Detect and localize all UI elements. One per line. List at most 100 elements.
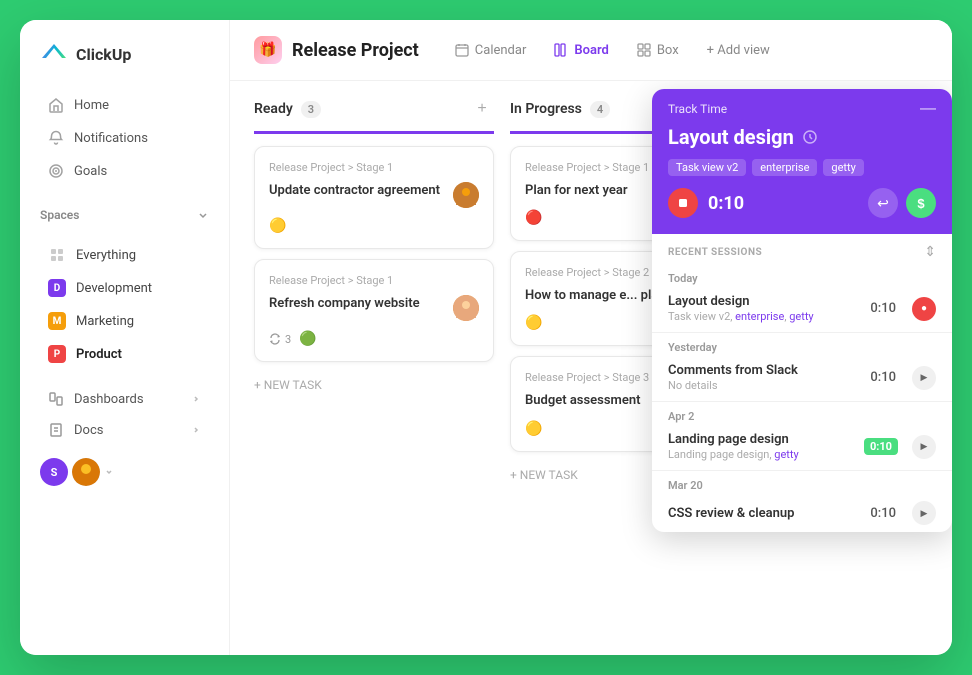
task-t1-footer: 🟡 [269, 218, 479, 234]
session-item-1[interactable]: Comments from Slack No details 0:10 ▶ [652, 356, 952, 399]
task-t1-header: Update contractor agreement [269, 182, 479, 208]
marketing-badge: M [48, 312, 66, 330]
product-badge: P [48, 345, 66, 363]
session-1-name: Comments from Slack [668, 363, 862, 378]
repeat-icon [269, 333, 281, 345]
board-icon [554, 43, 568, 57]
tab-box[interactable]: Box [625, 37, 691, 64]
session-3-play-button[interactable]: ▶ [912, 501, 936, 525]
session-2-tag-getty: getty [774, 448, 798, 461]
sidebar-item-marketing[interactable]: M Marketing [28, 305, 221, 337]
column-ready-add-button[interactable]: + [470, 97, 494, 121]
sidebar-item-dashboards[interactable]: Dashboards [28, 384, 221, 414]
session-3-time: 0:10 [870, 506, 896, 521]
task-t2-footer: 3 🟢 [269, 331, 479, 347]
task-t4-flag: 🟡 [525, 315, 542, 331]
clock-icon [802, 129, 818, 145]
new-task-ready-label: + NEW TASK [254, 378, 322, 392]
sidebar-item-notifications[interactable]: Notifications [28, 122, 221, 154]
spaces-section: Spaces [20, 192, 229, 234]
sidebar-item-product[interactable]: P Product [28, 338, 221, 370]
session-1-play-button[interactable]: ▶ [912, 366, 936, 390]
session-item-3[interactable]: CSS review & cleanup 0:10 ▶ [652, 494, 952, 532]
add-view-button[interactable]: + Add view [695, 37, 782, 64]
project-title-area: 🎁 Release Project [254, 36, 419, 64]
session-0-tag-enterprise: enterprise [735, 310, 784, 323]
product-label: Product [76, 347, 122, 362]
tab-board[interactable]: Board [542, 37, 620, 64]
task-t5-flag: 🟡 [525, 421, 542, 437]
panel-close-button[interactable]: — [920, 101, 936, 117]
session-0-info: Layout design Task view v2, enterprise, … [668, 294, 862, 323]
logo-area[interactable]: ClickUp [20, 20, 229, 84]
user-avatar-s: S [40, 458, 68, 486]
column-ready: Ready 3 + Release Project > Stage 1 Upda… [254, 97, 494, 398]
task-t1-avatar [453, 182, 479, 208]
box-icon [637, 43, 651, 57]
panel-tag-2: getty [823, 159, 863, 176]
new-task-in-progress-label: + NEW TASK [510, 468, 578, 482]
tab-board-label: Board [574, 43, 608, 58]
sidebar-item-goals[interactable]: Goals [28, 155, 221, 187]
panel-task-name-area: Layout design [668, 125, 936, 149]
tab-calendar[interactable]: Calendar [443, 37, 539, 64]
marketing-label: Marketing [76, 314, 134, 329]
project-icon: 🎁 [254, 36, 282, 64]
timer-money-button[interactable]: $ [906, 188, 936, 218]
session-0-active-indicator: ● [912, 297, 936, 321]
column-ready-label: Ready [254, 101, 293, 117]
everything-label: Everything [76, 248, 136, 263]
task-card-t2[interactable]: Release Project > Stage 1 Refresh compan… [254, 259, 494, 362]
development-badge: D [48, 279, 66, 297]
session-item-2[interactable]: Landing page design Landing page design,… [652, 425, 952, 468]
timer-display: 0:10 [708, 193, 868, 214]
session-2-play-button[interactable]: ▶ [912, 435, 936, 459]
sessions-header: RECENT SESSIONS ⇕ [652, 234, 952, 266]
column-title-ready: Ready 3 [254, 101, 321, 118]
panel-body: RECENT SESSIONS ⇕ Today Layout design Ta… [652, 234, 952, 532]
task-t2-meta: Release Project > Stage 1 [269, 274, 479, 287]
timer-stop-button[interactable] [668, 188, 698, 218]
sidebar-item-everything[interactable]: Everything [28, 239, 221, 271]
bell-icon [48, 130, 64, 146]
header-views: Calendar Board Box [443, 37, 782, 64]
panel-header-top: Track Time — [668, 101, 936, 117]
session-0-time: 0:10 [870, 301, 896, 316]
sessions-title: RECENT SESSIONS [668, 247, 762, 258]
chevron-down-icon [197, 209, 209, 221]
session-1-time: 0:10 [870, 370, 896, 385]
sidebar: ClickUp Home Notifications [20, 20, 230, 655]
sidebar-item-notifications-label: Notifications [74, 131, 148, 146]
task-t2-title: Refresh company website [269, 295, 445, 313]
sidebar-item-home[interactable]: Home [28, 89, 221, 121]
task-t1-title: Update contractor agreement [269, 182, 445, 200]
spaces-label: Spaces [40, 208, 79, 222]
task-t2-counter: 3 [269, 333, 291, 346]
spaces-header[interactable]: Spaces [40, 208, 209, 222]
session-item-0[interactable]: Layout design Task view v2, enterprise, … [652, 287, 952, 330]
track-time-panel: Track Time — Layout design Task view v2 … [652, 89, 952, 532]
column-ready-count: 3 [301, 101, 321, 118]
session-3-name: CSS review & cleanup [668, 506, 862, 521]
board-area: Ready 3 + Release Project > Stage 1 Upda… [230, 81, 952, 655]
sidebar-item-development[interactable]: D Development [28, 272, 221, 304]
development-label: Development [76, 281, 152, 296]
session-1-info: Comments from Slack No details [668, 363, 862, 392]
sidebar-item-docs[interactable]: Docs [28, 415, 221, 445]
calendar-icon [455, 43, 469, 57]
dashboards-label: Dashboards [74, 392, 144, 407]
divider-1 [652, 332, 952, 333]
session-group-apr2: Apr 2 [652, 404, 952, 425]
divider-2 [652, 401, 952, 402]
session-group-mar20: Mar 20 [652, 473, 952, 494]
task-t3-flag: 🔴 [525, 210, 542, 226]
clickup-logo-icon [40, 40, 68, 68]
session-group-yesterday: Yesterday [652, 335, 952, 356]
user-area[interactable]: S [20, 446, 229, 498]
sessions-expand-button[interactable]: ⇕ [924, 244, 936, 260]
timer-undo-button[interactable]: ↩ [868, 188, 898, 218]
task-card-t1[interactable]: Release Project > Stage 1 Update contrac… [254, 146, 494, 249]
column-ready-new-task[interactable]: + NEW TASK [254, 372, 494, 398]
panel-tags: Task view v2 enterprise getty [668, 159, 936, 176]
session-2-info: Landing page design Landing page design,… [668, 432, 856, 461]
